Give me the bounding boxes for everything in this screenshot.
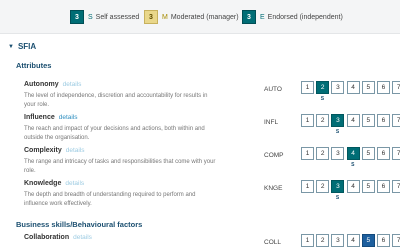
level-button-7[interactable]: 7: [392, 180, 400, 193]
level-button-1[interactable]: 1: [301, 234, 314, 247]
details-link[interactable]: details: [66, 147, 85, 154]
self-assessed-marker: S: [335, 195, 340, 201]
legend-moderated: 3 M Moderated (manager): [144, 9, 239, 25]
level-button-6[interactable]: 6: [376, 180, 390, 193]
self-assessed-label: Self assessed: [95, 13, 140, 21]
level-button-2[interactable]: 2: [316, 147, 330, 160]
level-button-3[interactable]: 3: [331, 81, 345, 94]
skill-name: Knowledge: [24, 180, 62, 187]
level-button-2[interactable]: 2: [316, 114, 330, 127]
level-button-3[interactable]: 3: [331, 147, 345, 160]
assessment-legend: 3 S Self assessed 3 M Moderated (manager…: [0, 0, 400, 34]
skill-row-comp: Complexity details The range and intricacy…: [24, 147, 400, 175]
details-link[interactable]: details: [65, 180, 84, 187]
details-link[interactable]: details: [59, 114, 78, 121]
legend-self-assessed: 3 S Self assessed: [70, 9, 139, 25]
level-button-2[interactable]: 2: [316, 234, 330, 247]
details-link[interactable]: details: [63, 81, 82, 88]
level-button-6[interactable]: 6: [376, 147, 390, 160]
skill-code: KNGE: [264, 185, 283, 192]
skill-description: The range and intricacy of tasks and res…: [24, 159, 216, 174]
legend-endorsed: 3 E Endorsed (independent): [242, 9, 343, 25]
level-button-4[interactable]: 4: [346, 114, 360, 127]
level-button-2[interactable]: 2: [316, 81, 330, 94]
self-assessed-swatch: 3: [70, 10, 84, 24]
level-button-6[interactable]: 6: [376, 81, 390, 94]
self-assessed-letter: S: [88, 13, 93, 21]
moderated-label: Moderated (manager): [170, 13, 239, 21]
skill-code: COMP: [264, 152, 284, 159]
moderated-letter: M: [162, 13, 168, 21]
endorsed-label: Endorsed (independent): [267, 13, 343, 21]
level-button-5[interactable]: 5: [361, 114, 375, 127]
skill-name: Influence: [24, 114, 55, 121]
skill-code: INFL: [264, 119, 279, 126]
skill-description: The level of independence, discretion an…: [24, 93, 208, 108]
level-button-3[interactable]: 3: [331, 114, 345, 127]
skill-row-knge: Knowledge details The depth and breadth of…: [24, 180, 400, 208]
level-button-3[interactable]: 3: [331, 234, 345, 247]
level-button-5[interactable]: 5: [361, 234, 375, 247]
self-assessed-marker: S: [335, 129, 340, 135]
skill-code: AUTO: [264, 86, 282, 93]
level-button-4[interactable]: 4: [346, 81, 360, 94]
group-title-attributes: Attributes: [16, 61, 52, 70]
moderated-swatch: 3: [144, 10, 158, 24]
level-button-7[interactable]: 7: [392, 114, 400, 127]
endorsed-swatch: 3: [242, 10, 256, 24]
endorsed-letter: E: [260, 13, 265, 21]
level-button-1[interactable]: 1: [301, 180, 314, 193]
self-assessed-marker: S: [320, 96, 325, 102]
caret-down-icon: ▼: [8, 43, 14, 50]
level-button-4[interactable]: 4: [346, 234, 360, 247]
level-button-2[interactable]: 2: [316, 180, 330, 193]
level-selector: 1234567: [301, 147, 400, 160]
skill-row-infl: Influence details The reach and impact of …: [24, 114, 400, 142]
level-button-1[interactable]: 1: [301, 147, 314, 160]
skill-row-auto: Autonomy details The level of independence…: [24, 81, 400, 109]
level-selector: 1234567: [301, 114, 400, 127]
skill-name: Complexity: [24, 147, 62, 154]
level-selector: 1234567: [301, 234, 400, 247]
self-assessed-marker: S: [351, 162, 355, 168]
level-button-7[interactable]: 7: [392, 147, 400, 160]
details-link[interactable]: details: [73, 234, 92, 241]
skill-description: The reach and impact of your decisions a…: [24, 126, 205, 141]
skill-row-coll: Collaboration details COLL 1 2 3 4 5 6 7: [24, 234, 400, 247]
skill-description: The depth and breadth of understanding r…: [24, 192, 196, 207]
level-button-5[interactable]: 5: [361, 81, 375, 94]
sfia-section-toggle[interactable]: ▼ SFIA: [8, 42, 36, 51]
level-button-5[interactable]: 5: [361, 147, 375, 160]
level-button-1[interactable]: 1: [301, 81, 314, 94]
level-button-6[interactable]: 6: [376, 234, 390, 247]
level-button-7[interactable]: 7: [392, 234, 400, 247]
skill-name: Collaboration: [24, 234, 70, 241]
level-button-1[interactable]: 1: [301, 114, 314, 127]
level-selector: 1234567: [301, 81, 400, 94]
group-title-business-skills: Business skills/Behavioural factors: [16, 220, 143, 229]
level-button-4[interactable]: 4: [346, 180, 360, 193]
level-button-4[interactable]: 4: [346, 147, 360, 160]
skill-code: COLL: [264, 239, 281, 246]
level-button-5[interactable]: 5: [361, 180, 375, 193]
level-button-7[interactable]: 7: [392, 81, 400, 94]
level-button-6[interactable]: 6: [376, 114, 390, 127]
skill-name: Autonomy: [24, 81, 59, 88]
section-title: SFIA: [17, 42, 37, 51]
level-selector: 1234567: [301, 180, 400, 193]
level-button-3[interactable]: 3: [331, 180, 345, 193]
